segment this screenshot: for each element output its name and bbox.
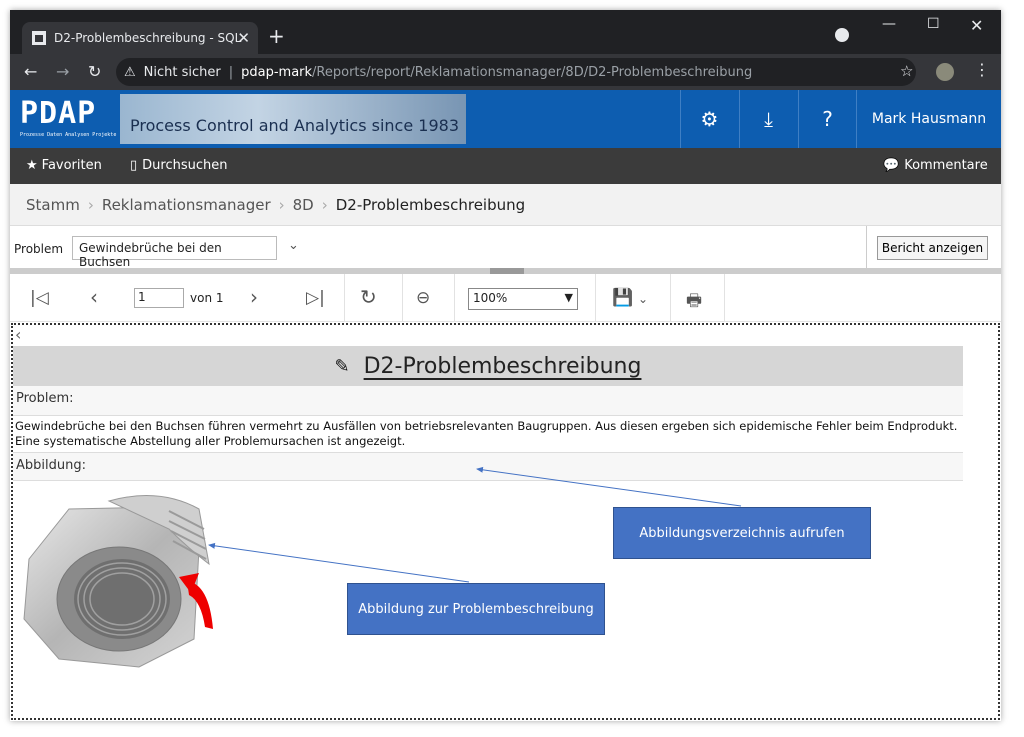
breadcrumb-item-home[interactable]: Stamm bbox=[26, 196, 80, 214]
settings-button[interactable]: ⚙ bbox=[680, 90, 738, 148]
profile-icon[interactable] bbox=[835, 28, 849, 42]
chevron-right-icon: › bbox=[87, 195, 94, 214]
address-bar: ← → ↻ ⚠ Nicht sicher | pdap-mark /Report… bbox=[10, 54, 1001, 90]
browse-button[interactable]: ▯ Durchsuchen bbox=[130, 158, 228, 173]
extension-icon[interactable] bbox=[936, 63, 954, 81]
download-icon: ⤓ bbox=[764, 107, 773, 131]
help-icon: ? bbox=[822, 107, 833, 131]
previous-page-icon[interactable]: ‹ bbox=[90, 285, 98, 309]
forward-icon[interactable]: → bbox=[56, 62, 69, 81]
logo-text: PDAP bbox=[20, 96, 97, 131]
chevron-down-icon: ▼ bbox=[564, 291, 573, 304]
refresh-icon[interactable]: ↻ bbox=[360, 285, 377, 309]
menu-bar: ★ Favoriten ▯ Durchsuchen 💬 Kommentare bbox=[10, 148, 1001, 184]
comment-icon: 💬 bbox=[883, 158, 900, 173]
chevron-down-icon[interactable]: ⌄ bbox=[288, 238, 299, 253]
url-host: pdap-mark bbox=[241, 64, 313, 80]
report-canvas: ‹ ✎ D2-Problembeschreibung Problem: Gewi… bbox=[11, 323, 1000, 720]
url-separator: | bbox=[228, 64, 234, 80]
close-icon[interactable]: ✕ bbox=[237, 29, 250, 47]
gear-icon: ⚙ bbox=[700, 107, 719, 131]
breadcrumb-item-8d[interactable]: 8D bbox=[293, 196, 314, 214]
maximize-icon[interactable]: ☐ bbox=[927, 16, 940, 32]
parameter-panel: Problem Gewindebrüche bei den Buchsen ⌄ … bbox=[10, 226, 1001, 270]
browse-label: Durchsuchen bbox=[142, 158, 228, 173]
toolbar-separator bbox=[402, 274, 403, 322]
breadcrumb: Stamm › Reklamationsmanager › 8D › D2-Pr… bbox=[10, 184, 1001, 226]
divider bbox=[866, 226, 867, 270]
annotation-arrows bbox=[208, 466, 742, 583]
breadcrumb-item-current: D2-Problembeschreibung bbox=[335, 195, 526, 214]
favicon-icon bbox=[32, 31, 46, 45]
chevron-right-icon: › bbox=[321, 195, 328, 214]
back-icon[interactable]: ← bbox=[24, 62, 37, 81]
url-field[interactable]: ⚠ Nicht sicher | pdap-mark /Reports/repo… bbox=[116, 58, 916, 86]
toolbar-separator bbox=[670, 274, 671, 322]
arrow-to-figure-label bbox=[476, 466, 742, 507]
first-page-icon[interactable]: |◁ bbox=[30, 288, 49, 308]
warning-icon: ⚠ bbox=[124, 64, 136, 80]
header-banner: Process Control and Analytics since 1983 bbox=[120, 94, 466, 144]
help-button[interactable]: ? bbox=[798, 90, 856, 148]
app-header: PDAP Prozesse Daten Analysen Projekte Pr… bbox=[10, 90, 1001, 148]
download-button[interactable]: ⤓ bbox=[739, 90, 797, 148]
url-path: /Reports/report/Reklamationsmanager/8D/D… bbox=[312, 64, 753, 80]
next-page-icon[interactable]: › bbox=[250, 285, 258, 309]
chevron-down-icon[interactable]: ⌄ bbox=[638, 292, 648, 306]
menu-icon[interactable]: ⋮ bbox=[974, 60, 990, 79]
browser-window: D2-Problembeschreibung - SQL ✕ + — ☐ ✕ ←… bbox=[10, 10, 1001, 721]
page-number-input[interactable]: 1 bbox=[134, 288, 184, 308]
page-count: von 1 bbox=[190, 291, 224, 305]
document-icon: ▯ bbox=[130, 158, 138, 173]
star-filled-icon: ★ bbox=[26, 158, 38, 173]
toolbar-separator bbox=[454, 274, 455, 322]
zoom-value: 100% bbox=[473, 291, 508, 305]
browser-tab[interactable]: D2-Problembeschreibung - SQL ✕ bbox=[22, 22, 258, 54]
chevron-right-icon: › bbox=[278, 195, 285, 214]
view-report-button[interactable]: Bericht anzeigen bbox=[877, 236, 988, 260]
user-menu[interactable]: Mark Hausmann bbox=[856, 90, 1001, 148]
toolbar-separator bbox=[595, 274, 596, 322]
toolbar-separator bbox=[344, 274, 345, 322]
toolbar-separator bbox=[724, 274, 725, 322]
reload-icon[interactable]: ↻ bbox=[88, 62, 101, 81]
tagline: Process Control and Analytics since 1983 bbox=[130, 116, 459, 135]
report-toolbar: |◁ ‹ 1 von 1 › ▷| ↻ ⊖ 100% ▼ 💾 ⌄ 🖶 bbox=[10, 274, 1001, 322]
comments-button[interactable]: 💬 Kommentare bbox=[883, 158, 988, 173]
problem-param-label: Problem bbox=[14, 242, 64, 256]
minimize-icon[interactable]: — bbox=[882, 16, 896, 32]
back-circle-icon[interactable]: ⊖ bbox=[416, 288, 430, 308]
security-label: Nicht sicher bbox=[143, 64, 221, 80]
comments-label: Kommentare bbox=[904, 158, 988, 173]
tab-title: D2-Problembeschreibung - SQL bbox=[54, 31, 242, 45]
print-icon[interactable]: 🖶 bbox=[686, 288, 702, 317]
star-icon[interactable]: ☆ bbox=[900, 62, 913, 80]
last-page-icon[interactable]: ▷| bbox=[306, 288, 325, 308]
breadcrumb-item-reklamationsmanager[interactable]: Reklamationsmanager bbox=[102, 196, 271, 214]
save-icon[interactable]: 💾 bbox=[612, 288, 633, 308]
tab-bar: D2-Problembeschreibung - SQL ✕ + — ☐ ✕ bbox=[10, 10, 1001, 54]
problem-param-input[interactable]: Gewindebrüche bei den Buchsen bbox=[72, 236, 277, 269]
zoom-select[interactable]: 100% ▼ bbox=[468, 288, 578, 310]
logo[interactable]: PDAP Prozesse Daten Analysen Projekte bbox=[20, 96, 120, 142]
favorites-button[interactable]: ★ Favoriten bbox=[26, 158, 102, 173]
logo-subtitle: Prozesse Daten Analysen Projekte bbox=[20, 132, 117, 138]
arrow-to-image bbox=[208, 542, 470, 583]
window-close-icon[interactable]: ✕ bbox=[970, 16, 983, 35]
plus-icon[interactable]: + bbox=[268, 24, 285, 48]
favorites-label: Favoriten bbox=[41, 158, 102, 173]
